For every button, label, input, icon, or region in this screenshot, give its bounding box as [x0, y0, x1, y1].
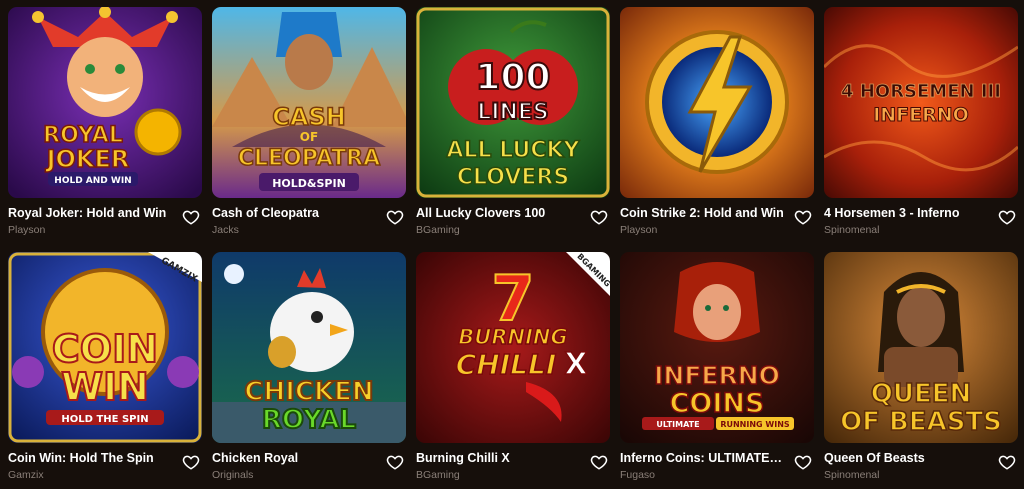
game-title[interactable]: Royal Joker: Hold and Win [8, 206, 173, 220]
game-thumbnail[interactable]: BGAMING 7 BURNING CHILLI X [416, 252, 610, 443]
art-text: HOLD THE SPIN [61, 414, 148, 425]
heart-outline-icon[interactable] [182, 208, 200, 226]
game-thumbnail[interactable]: CASH OF CLEOPATRA HOLD&SPIN [212, 7, 406, 198]
art-text: CLEOPATRA [238, 146, 380, 171]
heart-outline-icon[interactable] [998, 208, 1016, 226]
game-provider: Originals [212, 469, 254, 481]
art-text: CHILLI [456, 348, 557, 381]
heart-outline-icon[interactable] [794, 208, 812, 226]
heart-outline-icon[interactable] [590, 453, 608, 471]
art-text: ROYAL [262, 405, 356, 435]
game-title[interactable]: Cash of Cleopatra [212, 206, 377, 220]
all-lucky-clovers-artwork: 100 LINES ALL LUCKY CLOVERS [416, 7, 610, 198]
art-text: ULTIMATE [656, 420, 699, 429]
game-provider: Playson [620, 224, 658, 236]
game-card[interactable]: CHICKEN ROYAL Chicken Royal Originals [212, 252, 406, 489]
game-thumbnail[interactable]: ROYAL JOKER HOLD AND WIN [8, 7, 202, 198]
art-text: QUEEN [871, 379, 972, 409]
game-title[interactable]: Coin Win: Hold The Spin [8, 451, 173, 465]
art-text: RUNNING WINS [720, 420, 790, 429]
game-provider: Fugaso [620, 469, 656, 481]
game-provider: BGaming [416, 224, 460, 236]
game-provider: Gamzix [8, 469, 44, 481]
game-card[interactable]: GAMZIX COIN WIN HOLD THE SPIN Coin Win: … [8, 252, 202, 489]
game-card[interactable]: 4 HORSEMEN III INFERNO 4 Horsemen 3 - In… [824, 7, 1018, 244]
art-text: COINS [670, 388, 765, 419]
game-thumbnail[interactable]: QUEEN OF BEASTS [824, 252, 1018, 443]
coin-strike-artwork [620, 7, 814, 198]
game-thumbnail[interactable] [620, 7, 814, 198]
game-card[interactable]: INFERNO COINS ULTIMATE RUNNING WINS Infe… [620, 252, 814, 489]
game-thumbnail[interactable]: 4 HORSEMEN III INFERNO [824, 7, 1018, 198]
game-thumbnail[interactable]: GAMZIX COIN WIN HOLD THE SPIN [8, 252, 202, 443]
game-grid: ROYAL JOKER HOLD AND WIN Royal Joker: Ho… [8, 7, 1018, 489]
game-title[interactable]: Chicken Royal [212, 451, 377, 465]
game-provider: Jacks [212, 224, 239, 236]
heart-outline-icon[interactable] [794, 453, 812, 471]
art-text: HOLD AND WIN [54, 176, 131, 186]
art-text: HOLD&SPIN [272, 177, 346, 190]
art-text: OF BEASTS [840, 407, 1002, 437]
game-card[interactable]: QUEEN OF BEASTS Queen Of Beasts Spinomen… [824, 252, 1018, 489]
art-text: 4 HORSEMEN III [841, 81, 1001, 102]
game-thumbnail[interactable]: CHICKEN ROYAL [212, 252, 406, 443]
art-text: CASH [272, 103, 346, 131]
royal-joker-artwork: ROYAL JOKER HOLD AND WIN [8, 7, 202, 198]
game-provider: Spinomenal [824, 469, 880, 481]
game-provider: Spinomenal [824, 224, 880, 236]
game-thumbnail[interactable]: 100 LINES ALL LUCKY CLOVERS [416, 7, 610, 198]
queen-of-beasts-artwork: QUEEN OF BEASTS [824, 252, 1018, 443]
art-text: BURNING [458, 325, 567, 349]
art-text: JOKER [45, 145, 130, 173]
game-card[interactable]: CASH OF CLEOPATRA HOLD&SPIN Cash of Cleo… [212, 7, 406, 244]
game-title[interactable]: All Lucky Clovers 100 [416, 206, 581, 220]
art-text: CHICKEN [244, 377, 373, 407]
art-text: INFERNO [873, 104, 969, 126]
heart-outline-icon[interactable] [386, 453, 404, 471]
art-text: 100 [475, 57, 550, 98]
burning-chilli-artwork: BGAMING 7 BURNING CHILLI X [416, 252, 610, 443]
game-title[interactable]: Inferno Coins: ULTIMATE R... [620, 451, 785, 465]
game-provider: Playson [8, 224, 46, 236]
coin-win-artwork: GAMZIX COIN WIN HOLD THE SPIN [8, 252, 202, 443]
art-text: OF [300, 130, 318, 144]
game-title[interactable]: 4 Horsemen 3 - Inferno [824, 206, 989, 220]
game-title[interactable]: Coin Strike 2: Hold and Win [620, 206, 785, 220]
game-card[interactable]: BGAMING 7 BURNING CHILLI X Burning Chill… [416, 252, 610, 489]
heart-outline-icon[interactable] [386, 208, 404, 226]
art-text: WIN [61, 365, 149, 409]
four-horsemen-artwork: 4 HORSEMEN III INFERNO [824, 7, 1018, 198]
game-card[interactable]: 100 LINES ALL LUCKY CLOVERS All Lucky Cl… [416, 7, 610, 244]
art-text: ALL LUCKY [447, 138, 581, 163]
game-title[interactable]: Burning Chilli X [416, 451, 581, 465]
game-card[interactable]: Coin Strike 2: Hold and Win Playson [620, 7, 814, 244]
art-text: LINES [477, 100, 549, 125]
game-card[interactable]: ROYAL JOKER HOLD AND WIN Royal Joker: Ho… [8, 7, 202, 244]
game-title[interactable]: Queen Of Beasts [824, 451, 989, 465]
art-text: INFERNO [654, 361, 780, 390]
cash-of-cleopatra-artwork: CASH OF CLEOPATRA HOLD&SPIN [212, 7, 406, 198]
chicken-royal-artwork: CHICKEN ROYAL [212, 252, 406, 443]
art-text: CLOVERS [457, 165, 569, 190]
game-provider: BGaming [416, 469, 460, 481]
heart-outline-icon[interactable] [182, 453, 200, 471]
heart-outline-icon[interactable] [590, 208, 608, 226]
art-text: X [564, 347, 587, 382]
game-thumbnail[interactable]: INFERNO COINS ULTIMATE RUNNING WINS [620, 252, 814, 443]
inferno-coins-artwork: INFERNO COINS ULTIMATE RUNNING WINS [620, 252, 814, 443]
heart-outline-icon[interactable] [998, 453, 1016, 471]
